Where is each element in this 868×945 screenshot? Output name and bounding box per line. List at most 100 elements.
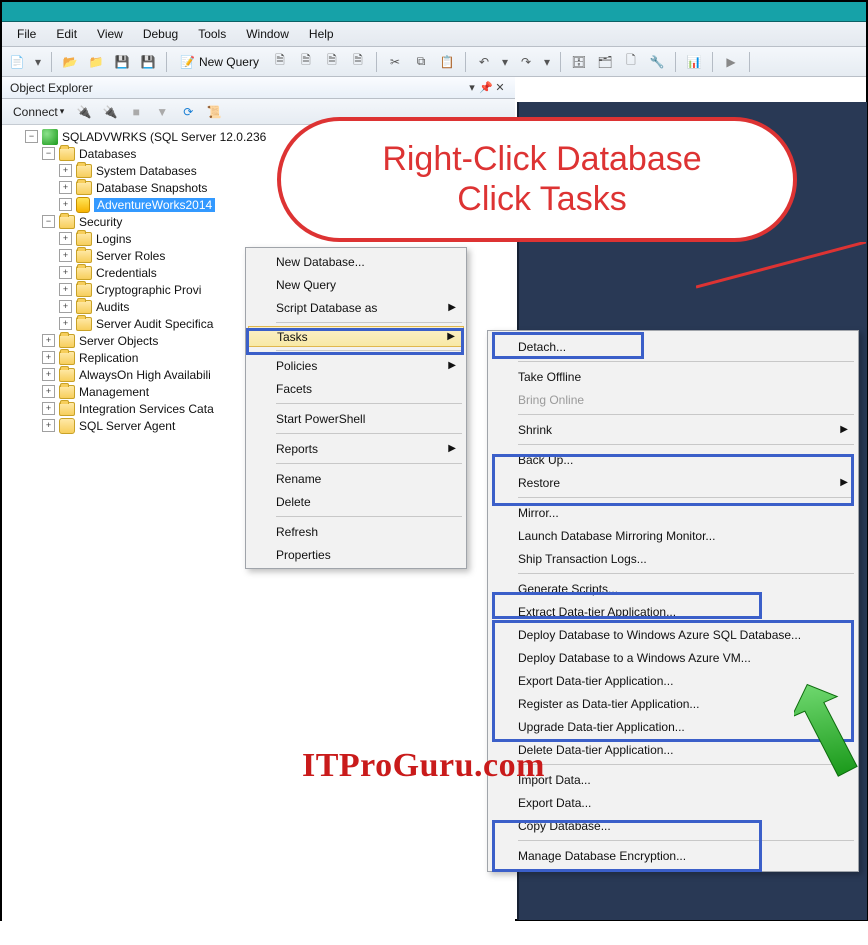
undo-icon[interactable]: ↶: [473, 51, 495, 73]
dropdown-icon[interactable]: ▾: [465, 81, 479, 94]
activity-monitor-icon[interactable]: 📊: [683, 51, 705, 73]
expand-icon[interactable]: +: [59, 249, 72, 262]
ctx-policies[interactable]: Policies▶: [248, 354, 464, 377]
task-backup[interactable]: Back Up...: [490, 448, 856, 471]
filter-icon[interactable]: ▼: [151, 101, 173, 123]
expand-icon[interactable]: +: [59, 283, 72, 296]
ctx-new-query[interactable]: New Query: [248, 273, 464, 296]
ctx-powershell[interactable]: Start PowerShell: [248, 407, 464, 430]
db-engine-query-icon[interactable]: 🗎: [269, 51, 291, 73]
expand-icon[interactable]: +: [59, 198, 72, 211]
open-folder-icon[interactable]: 📂: [59, 51, 81, 73]
expand-icon[interactable]: +: [59, 232, 72, 245]
menu-window[interactable]: Window: [237, 25, 298, 43]
separator: [276, 322, 462, 323]
task-offline[interactable]: Take Offline: [490, 365, 856, 388]
menu-label: Properties: [276, 548, 331, 562]
collapse-icon[interactable]: −: [42, 147, 55, 160]
separator: [712, 52, 713, 72]
dropdown-icon[interactable]: ▾: [541, 51, 553, 73]
expand-icon[interactable]: +: [42, 334, 55, 347]
pin-icon[interactable]: 📌: [479, 81, 493, 94]
expand-icon[interactable]: +: [59, 300, 72, 313]
disconnect-icon[interactable]: 🔌: [99, 101, 121, 123]
stop-icon[interactable]: ■: [125, 101, 147, 123]
expand-icon[interactable]: +: [42, 368, 55, 381]
expand-icon[interactable]: +: [42, 385, 55, 398]
close-icon[interactable]: ✕: [493, 81, 507, 94]
collapse-icon[interactable]: −: [42, 215, 55, 228]
ctx-facets[interactable]: Facets: [248, 377, 464, 400]
mdx-query-icon[interactable]: 🗎: [295, 51, 317, 73]
expand-icon[interactable]: +: [59, 164, 72, 177]
refresh-icon[interactable]: ⟳: [177, 101, 199, 123]
object-explorer-icon[interactable]: 🗂: [594, 51, 616, 73]
ctx-delete[interactable]: Delete: [248, 490, 464, 513]
new-project-icon[interactable]: 📄: [6, 51, 28, 73]
save-all-icon[interactable]: 💾: [137, 51, 159, 73]
cut-icon[interactable]: ✂: [384, 51, 406, 73]
dropdown-icon[interactable]: ▾: [499, 51, 511, 73]
expand-icon[interactable]: +: [42, 402, 55, 415]
menu-file[interactable]: File: [8, 25, 45, 43]
task-shrink[interactable]: Shrink▶: [490, 418, 856, 441]
registered-servers-icon[interactable]: 🗄: [568, 51, 590, 73]
ctx-reports[interactable]: Reports▶: [248, 437, 464, 460]
connect-button[interactable]: Connect ▾: [8, 104, 69, 120]
task-restore[interactable]: Restore▶: [490, 471, 856, 494]
menu-debug[interactable]: Debug: [134, 25, 187, 43]
task-detach[interactable]: Detach...: [490, 335, 856, 358]
connect-icon[interactable]: 🔌: [73, 101, 95, 123]
ctx-script-database[interactable]: Script Database as▶: [248, 296, 464, 319]
menu-help[interactable]: Help: [300, 25, 343, 43]
task-deploy-azure-sql[interactable]: Deploy Database to Windows Azure SQL Dat…: [490, 623, 856, 646]
task-mirror[interactable]: Mirror...: [490, 501, 856, 524]
separator: [518, 497, 854, 498]
task-launch-mirror[interactable]: Launch Database Mirroring Monitor...: [490, 524, 856, 547]
menu-tools[interactable]: Tools: [189, 25, 235, 43]
expand-icon[interactable]: +: [59, 317, 72, 330]
expand-icon[interactable]: +: [59, 181, 72, 194]
new-query-button[interactable]: 📝 New Query: [174, 53, 265, 71]
folder-icon: [59, 368, 75, 382]
task-export-data[interactable]: Export Data...: [490, 791, 856, 814]
ctx-tasks[interactable]: Tasks▶: [248, 326, 464, 347]
callout-line: Right-Click Database: [382, 140, 701, 179]
ctx-new-database[interactable]: New Database...: [248, 250, 464, 273]
redo-icon[interactable]: ↷: [515, 51, 537, 73]
ctx-rename[interactable]: Rename: [248, 467, 464, 490]
menu-label: New Query: [276, 278, 336, 292]
folder-icon: [59, 147, 75, 161]
execute-icon[interactable]: ▶: [720, 51, 742, 73]
task-copy-database[interactable]: Copy Database...: [490, 814, 856, 837]
xmla-query-icon[interactable]: 🗎: [347, 51, 369, 73]
open-file-icon[interactable]: 📁: [85, 51, 107, 73]
task-ship-logs[interactable]: Ship Transaction Logs...: [490, 547, 856, 570]
expand-icon[interactable]: +: [42, 419, 55, 432]
menu-label: Shrink: [518, 423, 552, 437]
ctx-refresh[interactable]: Refresh: [248, 520, 464, 543]
copy-icon[interactable]: ⧉: [410, 51, 432, 73]
task-extract-dta[interactable]: Extract Data-tier Application...: [490, 600, 856, 623]
task-manage-encryption[interactable]: Manage Database Encryption...: [490, 844, 856, 867]
expand-icon[interactable]: +: [42, 351, 55, 364]
paste-icon[interactable]: 📋: [436, 51, 458, 73]
expand-icon[interactable]: +: [59, 266, 72, 279]
separator: [749, 52, 750, 72]
menu-label: Export Data-tier Application...: [518, 674, 673, 688]
task-deploy-azure-vm[interactable]: Deploy Database to a Windows Azure VM...: [490, 646, 856, 669]
collapse-icon[interactable]: −: [25, 130, 38, 143]
menu-view[interactable]: View: [88, 25, 132, 43]
dmx-query-icon[interactable]: 🗎: [321, 51, 343, 73]
node-label: AlwaysOn High Availabili: [79, 368, 211, 382]
task-generate-scripts[interactable]: Generate Scripts...: [490, 577, 856, 600]
template-icon[interactable]: 🗋: [620, 51, 642, 73]
properties-icon[interactable]: 🔧: [646, 51, 668, 73]
menu-edit[interactable]: Edit: [47, 25, 86, 43]
separator: [276, 433, 462, 434]
save-icon[interactable]: 💾: [111, 51, 133, 73]
dropdown-icon[interactable]: ▾: [32, 51, 44, 73]
menu-label: Facets: [276, 382, 312, 396]
script-icon[interactable]: 📜: [203, 101, 225, 123]
ctx-properties[interactable]: Properties: [248, 543, 464, 566]
